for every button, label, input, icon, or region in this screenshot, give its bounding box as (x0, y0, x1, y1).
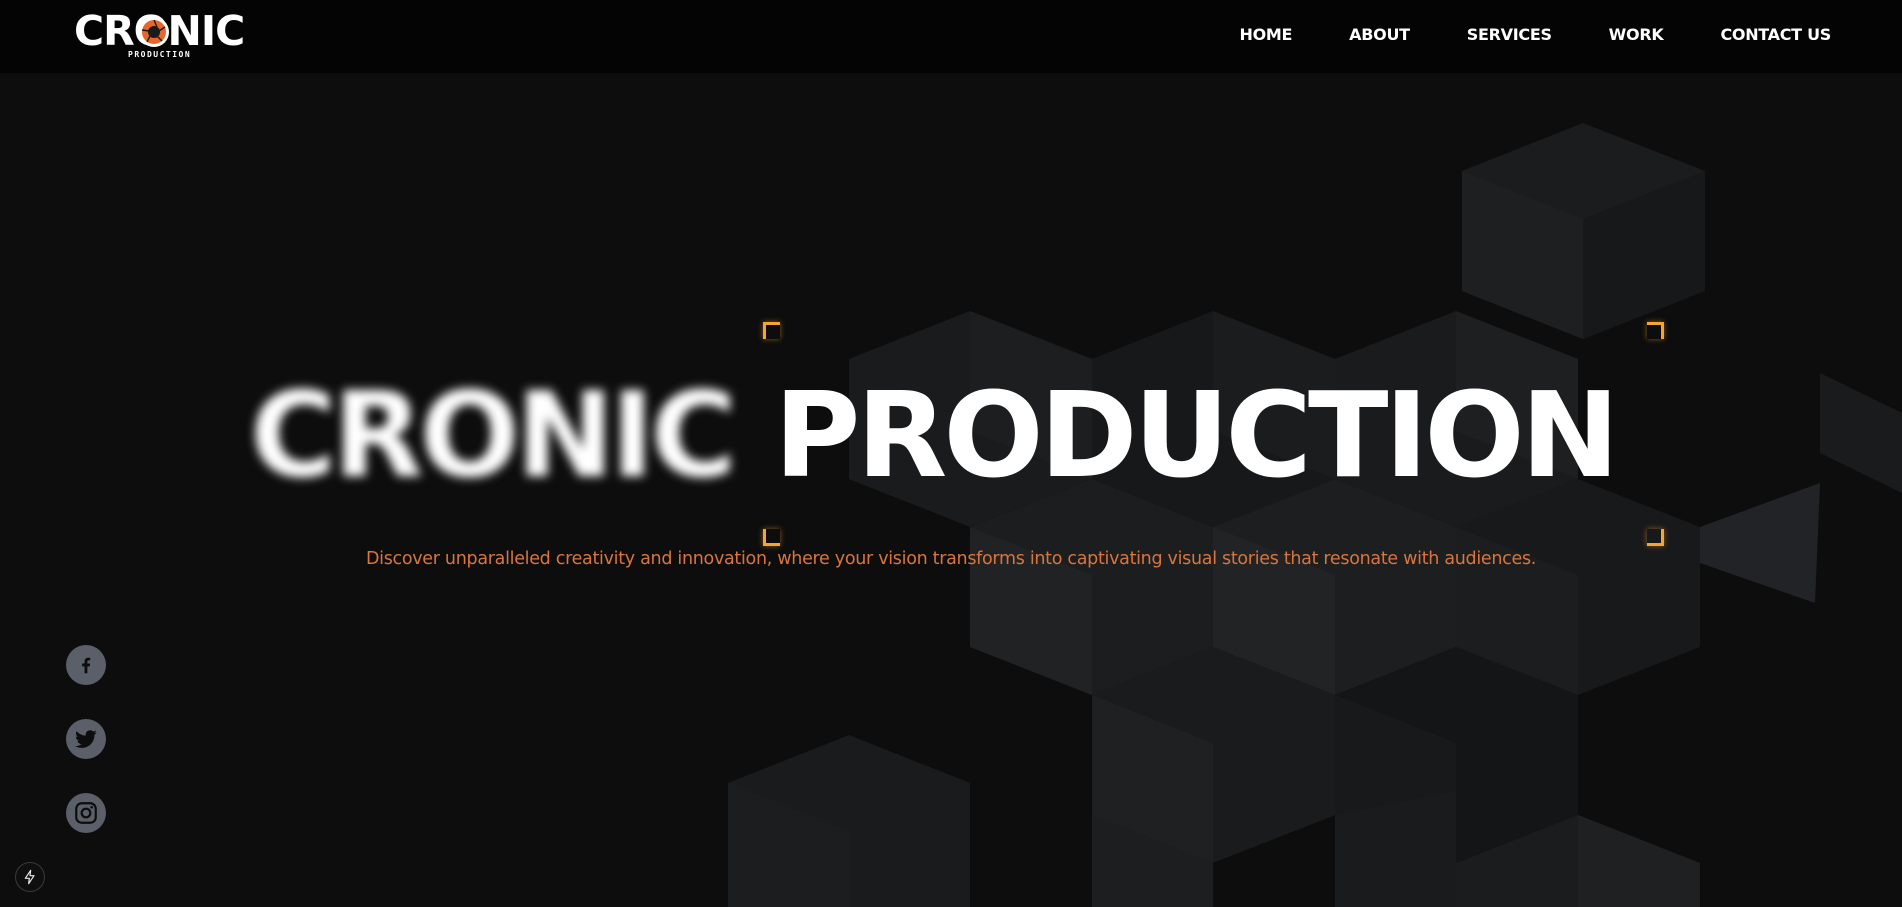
instagram-icon (75, 802, 97, 824)
twitter-icon (74, 730, 97, 748)
nav-contact-us[interactable]: CONTACT US (1720, 23, 1831, 47)
focus-bracket-bottom-right (1647, 529, 1664, 546)
nav-home[interactable]: HOME (1240, 23, 1293, 47)
focus-bracket-bottom-left (763, 529, 780, 546)
facebook-icon (82, 657, 91, 674)
twitter-link[interactable] (66, 719, 106, 759)
facebook-link[interactable] (66, 645, 106, 685)
focus-bracket-top-right (1647, 322, 1664, 339)
aperture-icon (139, 17, 169, 47)
logo-subtitle: PRODUCTION (128, 50, 192, 59)
floating-action-button[interactable] (15, 862, 45, 892)
instagram-link[interactable] (66, 793, 106, 833)
logo[interactable]: CRONIC PRODUCTION (74, 9, 260, 61)
page: CRONIC PRODUCTION HOME ABOUT SERVICES WO… (0, 0, 1902, 907)
site-header: CRONIC PRODUCTION HOME ABOUT SERVICES WO… (0, 0, 1902, 73)
nav-about[interactable]: ABOUT (1349, 23, 1410, 47)
bolt-icon (24, 869, 35, 885)
hero-title-blurred: CRONIC (250, 366, 737, 504)
main-nav: HOME ABOUT SERVICES WORK CONTACT US (1183, 23, 1832, 47)
nav-work[interactable]: WORK (1609, 23, 1664, 47)
hero-title-sharp: PRODUCTION (774, 366, 1619, 504)
hero-title: CRONIC PRODUCTION (0, 370, 1902, 500)
focus-bracket-top-left (763, 322, 780, 339)
hero-tagline: Discover unparalleled creativity and inn… (365, 549, 1537, 569)
nav-services[interactable]: SERVICES (1467, 23, 1552, 47)
